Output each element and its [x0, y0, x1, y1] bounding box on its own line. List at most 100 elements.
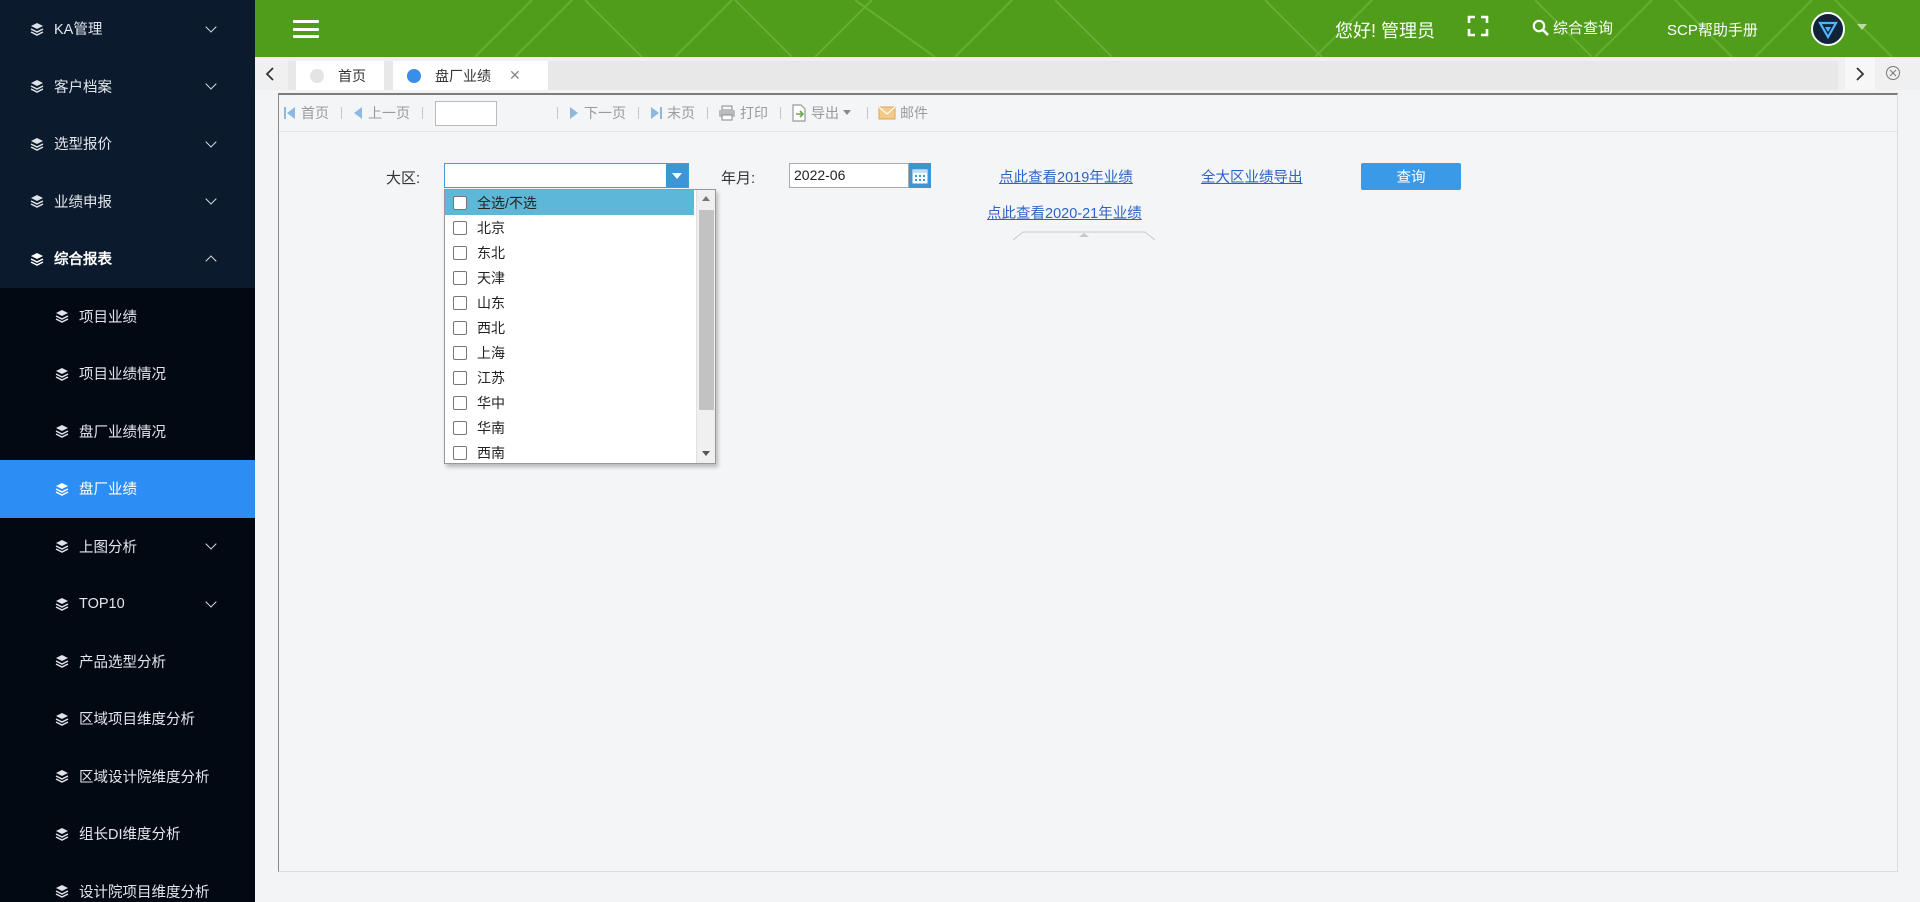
prev-page-label: 上一页: [368, 105, 410, 121]
layers-icon: [30, 22, 44, 36]
sidebar-subitem-region-design[interactable]: 区域设计院维度分析: [0, 747, 255, 805]
dropdown-scrollbar[interactable]: [696, 190, 715, 463]
prev-page-button[interactable]: 上一页: [352, 103, 410, 123]
sidebar-item-label: 项目业绩情况: [79, 367, 166, 384]
scroll-up-icon[interactable]: [702, 196, 710, 201]
checkbox[interactable]: [453, 245, 467, 260]
export-button[interactable]: 导出: [791, 103, 855, 123]
scroll-thumb[interactable]: [699, 210, 714, 410]
sidebar-item-performance[interactable]: 业绩申报: [0, 172, 255, 230]
sidebar-item-ka[interactable]: KA管理: [0, 0, 255, 58]
region-option[interactable]: 西北: [445, 315, 715, 340]
checkbox[interactable]: [453, 195, 467, 210]
user-avatar[interactable]: [1811, 12, 1845, 46]
first-page-icon: [284, 107, 295, 119]
sidebar-item-quote[interactable]: 选型报价: [0, 115, 255, 173]
dropdown-toggle[interactable]: [666, 164, 688, 187]
print-label: 打印: [740, 105, 768, 121]
first-page-button[interactable]: 首页: [283, 103, 329, 123]
tab-scroll-right[interactable]: [1845, 57, 1875, 90]
tab-bar: 首页 盘厂业绩 ✕: [255, 57, 1920, 90]
sidebar-subitem-design-project[interactable]: 设计院项目维度分析: [0, 862, 255, 902]
sidebar-item-label: 设计院项目维度分析: [79, 884, 210, 901]
first-page-label: 首页: [301, 105, 329, 121]
sidebar-item-label: 客户档案: [54, 79, 112, 96]
export-all-regions-link[interactable]: 全大区业绩导出: [1201, 166, 1303, 187]
sidebar-item-reports[interactable]: 综合报表: [0, 230, 255, 288]
tab-panel-performance[interactable]: 盘厂业绩 ✕: [393, 61, 548, 90]
sidebar-subitem-region-project[interactable]: 区域项目维度分析: [0, 690, 255, 748]
layers-icon: [55, 827, 69, 841]
query-button[interactable]: 查询: [1361, 163, 1461, 190]
link-2019-performance[interactable]: 点此查看2019年业绩: [999, 166, 1133, 187]
region-option[interactable]: 华南: [445, 415, 715, 440]
tab-home[interactable]: 首页: [296, 61, 384, 90]
last-page-button[interactable]: 末页: [649, 103, 695, 123]
option-label: 山东: [477, 294, 505, 311]
chevron-down-icon: [205, 136, 217, 148]
sidebar-subitem-project-performance[interactable]: 项目业绩: [0, 287, 255, 345]
page-number-input[interactable]: [435, 100, 497, 126]
report-frame: 首页 上一页 下一页 末页 打印 导出 邮件 大区: 年月: 2022-06 点…: [278, 93, 1898, 872]
sidebar-item-customer[interactable]: 客户档案: [0, 57, 255, 115]
calendar-button[interactable]: [909, 163, 931, 188]
layers-icon: [55, 425, 69, 439]
fullscreen-icon[interactable]: [1467, 15, 1489, 37]
checkbox[interactable]: [453, 395, 467, 410]
toolbar-divider: [867, 107, 868, 119]
link-2020-21-performance[interactable]: 点此查看2020-21年业绩: [987, 202, 1142, 223]
sidebar-item-label: 上图分析: [79, 539, 137, 556]
region-label: 大区:: [386, 170, 421, 187]
sidebar-subitem-product-analysis[interactable]: 产品选型分析: [0, 632, 255, 690]
region-option[interactable]: 上海: [445, 340, 715, 365]
mail-button[interactable]: 邮件: [878, 103, 928, 123]
sidebar-subitem-panel-status[interactable]: 盘厂业绩情况: [0, 402, 255, 460]
scroll-down-icon[interactable]: [702, 451, 710, 456]
region-option[interactable]: 华中: [445, 390, 715, 415]
print-button[interactable]: 打印: [718, 103, 768, 123]
global-search-link[interactable]: 综合查询: [1532, 17, 1613, 38]
region-option[interactable]: 天津: [445, 265, 715, 290]
sidebar-subitem-chart-analysis[interactable]: 上图分析: [0, 517, 255, 575]
sidebar-item-label: 综合报表: [54, 252, 112, 269]
option-label: 西南: [477, 444, 505, 461]
caret-down-icon[interactable]: [1857, 24, 1867, 30]
sidebar-subitem-top10[interactable]: TOP10: [0, 575, 255, 633]
chevron-down-icon: [672, 172, 682, 179]
logo-icon: [1818, 21, 1838, 40]
sidebar-item-label: 项目业绩: [79, 309, 137, 326]
checkbox[interactable]: [453, 220, 467, 235]
sidebar-subitem-panel-performance[interactable]: 盘厂业绩: [0, 460, 255, 518]
sidebar-item-label: 盘厂业绩: [79, 482, 137, 499]
checkbox[interactable]: [453, 420, 467, 435]
help-manual-link[interactable]: SCP帮助手册: [1667, 19, 1758, 40]
layers-icon: [30, 195, 44, 209]
chevron-down-icon: [205, 193, 217, 205]
checkbox[interactable]: [453, 270, 467, 285]
checkbox[interactable]: [453, 320, 467, 335]
checkbox[interactable]: [453, 445, 467, 460]
close-icon[interactable]: ✕: [509, 67, 521, 84]
sidebar-subitem-leader-di[interactable]: 组长DI维度分析: [0, 805, 255, 863]
close-all-tabs-icon[interactable]: [1885, 65, 1901, 81]
checkbox[interactable]: [453, 370, 467, 385]
chevron-up-icon: [205, 255, 217, 267]
checkbox[interactable]: [453, 345, 467, 360]
tab-scroll-left[interactable]: [255, 57, 285, 90]
checkbox[interactable]: [453, 295, 467, 310]
region-option[interactable]: 江苏: [445, 365, 715, 390]
sidebar-subitem-project-status[interactable]: 项目业绩情况: [0, 345, 255, 403]
collapse-toggle-icon[interactable]: [1013, 231, 1155, 241]
chevron-down-icon: [205, 78, 217, 90]
region-option-select-all[interactable]: 全选/不选: [445, 190, 694, 215]
sidebar-item-label: 区域项目维度分析: [79, 712, 195, 729]
menu-toggle-icon[interactable]: [293, 20, 319, 38]
region-option[interactable]: 山东: [445, 290, 715, 315]
region-option[interactable]: 东北: [445, 240, 715, 265]
region-option[interactable]: 北京: [445, 215, 715, 240]
region-select[interactable]: [444, 163, 689, 188]
toolbar-divider: [557, 107, 558, 119]
month-input[interactable]: 2022-06: [789, 163, 909, 188]
next-page-button[interactable]: 下一页: [568, 103, 626, 123]
region-option[interactable]: 西南: [445, 440, 715, 463]
